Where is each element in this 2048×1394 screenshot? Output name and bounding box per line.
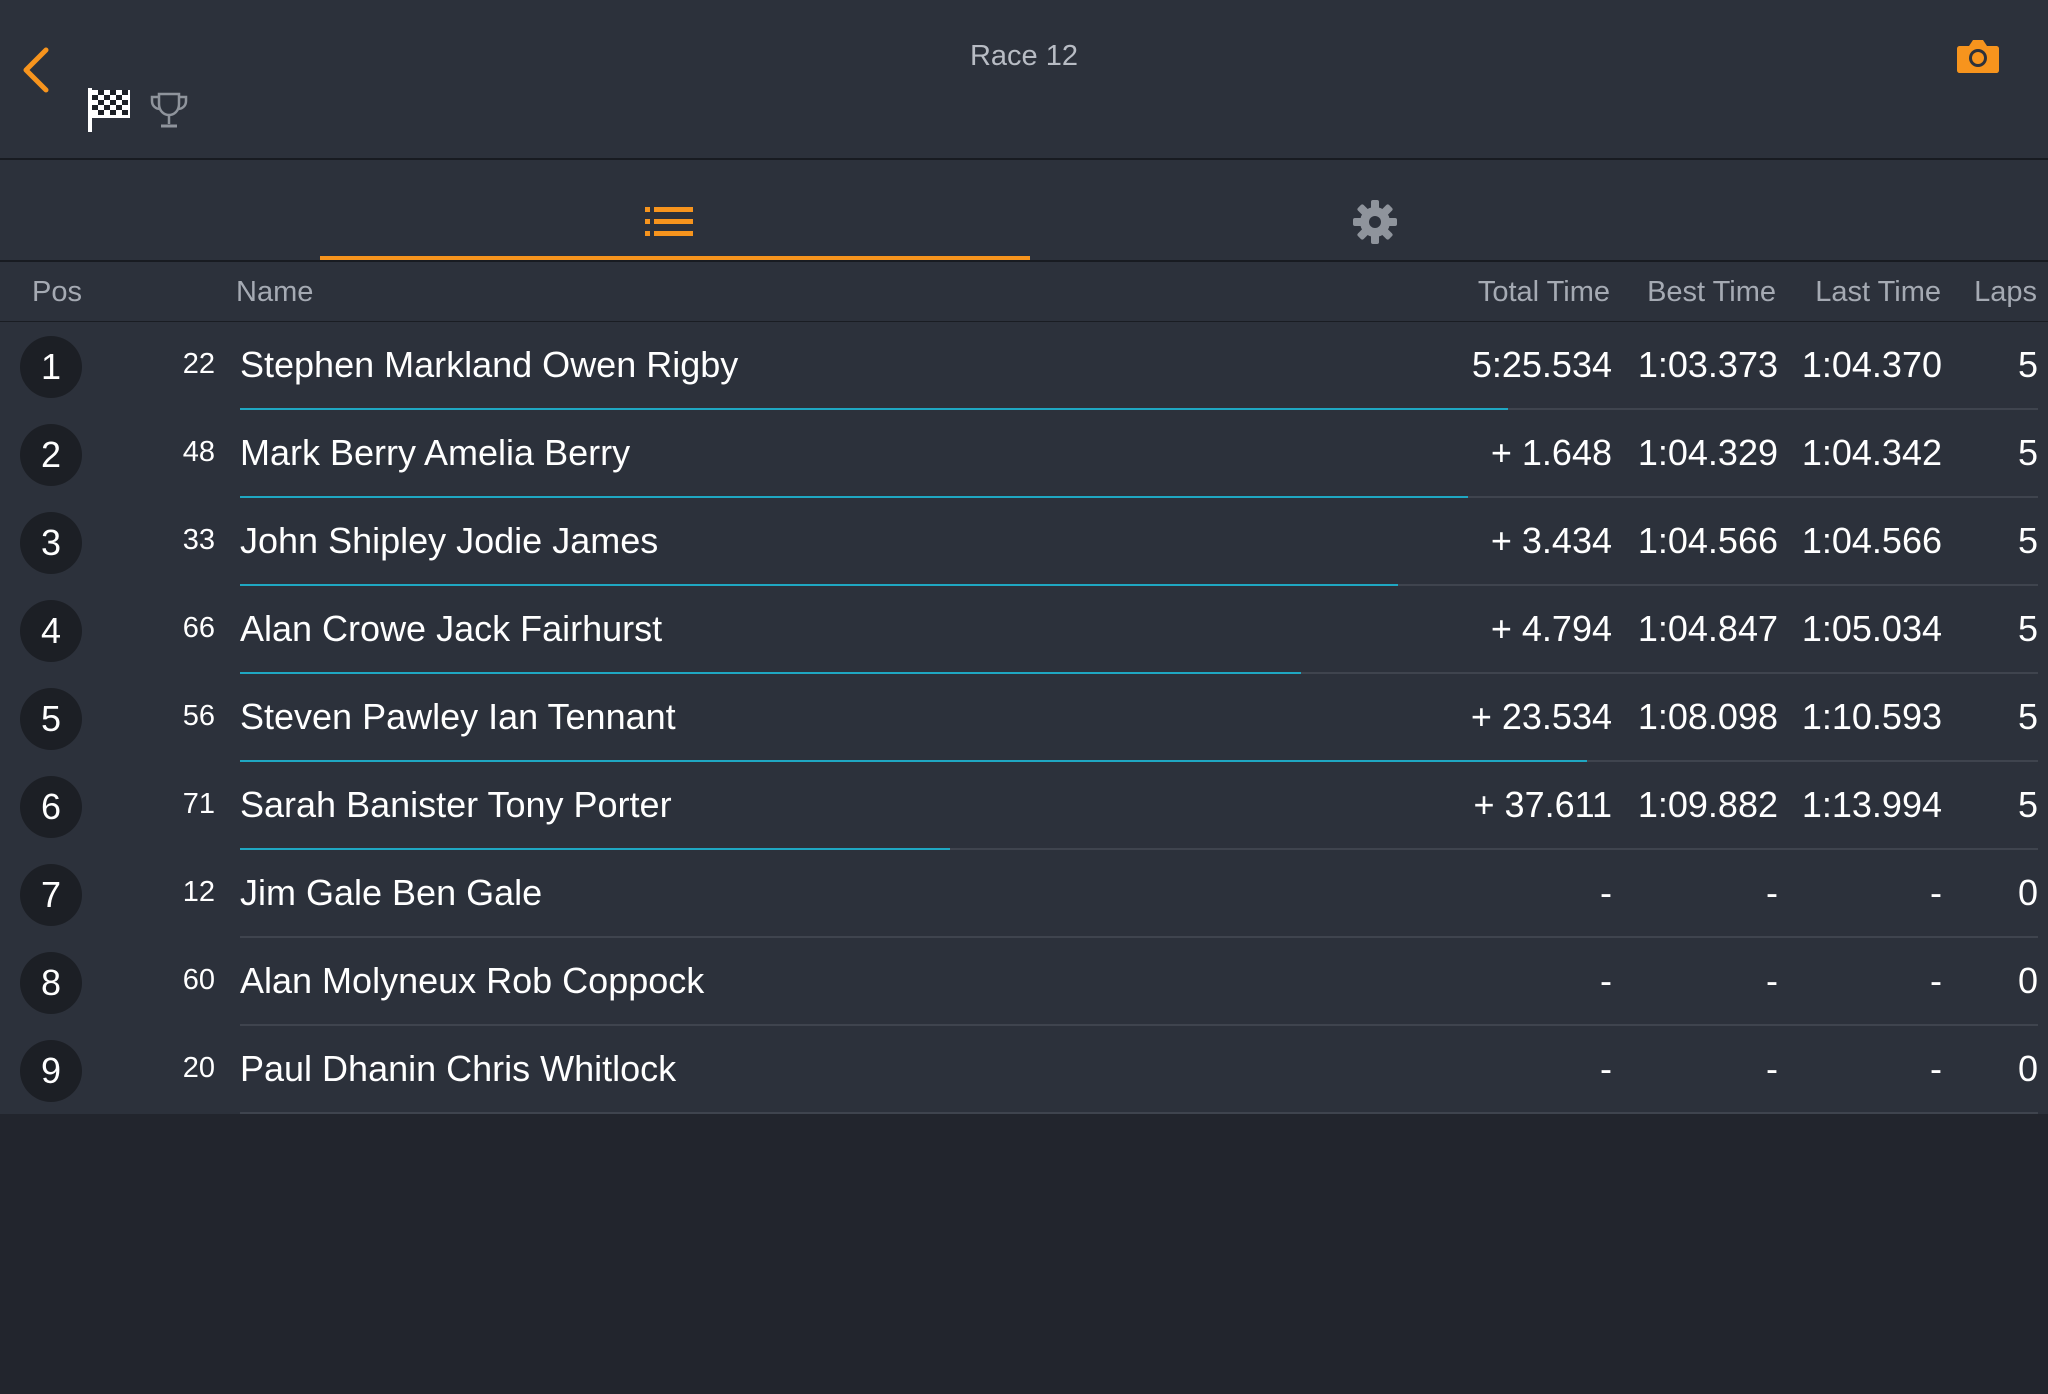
laps-count: 0: [2017, 960, 2038, 1001]
list-icon: [645, 207, 693, 242]
car-number: 71: [182, 788, 215, 820]
driver-name: Stephen Markland Owen Rigby: [240, 344, 739, 385]
column-header-laps: Laps: [1974, 276, 2037, 308]
position-badge: 1: [20, 336, 82, 398]
car-number: 48: [182, 436, 215, 468]
car-number: 60: [182, 964, 215, 996]
row-divider: [240, 1112, 2038, 1114]
page-title: Race 12: [969, 40, 1078, 72]
last-time: 1:05.034: [1801, 608, 1942, 649]
checkered-flag-icon: [86, 86, 132, 134]
total-time: + 3.434: [1490, 520, 1612, 561]
driver-name: Alan Crowe Jack Fairhurst: [240, 608, 663, 649]
position-badge: 3: [20, 512, 82, 574]
last-time: 1:13.994: [1801, 784, 1942, 825]
column-header-pos: Pos: [32, 276, 82, 308]
position-badge: 9: [20, 1040, 82, 1102]
laps-count: 5: [2017, 344, 2038, 385]
best-time: 1:09.882: [1637, 784, 1778, 825]
table-row[interactable]: 2 48 Mark Berry Amelia Berry + 1.648 1:0…: [0, 410, 2048, 498]
laps-count: 5: [2017, 784, 2038, 825]
table-row[interactable]: 1 22 Stephen Markland Owen Rigby 5:25.53…: [0, 322, 2048, 410]
header-bar: Race 12: [0, 0, 2048, 160]
best-time: 1:04.329: [1637, 432, 1778, 473]
laps-count: 0: [2017, 1048, 2038, 1089]
camera-icon[interactable]: [1956, 36, 2000, 76]
driver-name: Sarah Banister Tony Porter: [240, 784, 672, 825]
last-time: 1:10.593: [1801, 696, 1942, 737]
last-time: 1:04.370: [1801, 344, 1942, 385]
position-badge: 4: [20, 600, 82, 662]
laps-count: 5: [2017, 432, 2038, 473]
table-header: Pos Name Total Time Best Time Last Time …: [0, 262, 2048, 322]
laps-count: 5: [2017, 608, 2038, 649]
position-badge: 2: [20, 424, 82, 486]
total-time: 5:25.534: [1471, 344, 1612, 385]
driver-name: Jim Gale Ben Gale: [240, 872, 543, 913]
column-header-last-time: Last Time: [1815, 276, 1941, 308]
tab-bar: [0, 160, 2048, 262]
driver-name: Paul Dhanin Chris Whitlock: [240, 1048, 677, 1089]
tab-settings[interactable]: [1030, 160, 1720, 260]
race-results-screen: Race 12 Pos Name Total Time Best Time La…: [0, 0, 2048, 1394]
column-header-name: Name: [236, 276, 314, 308]
position-badge: 5: [20, 688, 82, 750]
last-time: 1:04.566: [1801, 520, 1942, 561]
chevron-left-icon[interactable]: [18, 44, 58, 96]
total-time: -: [1600, 872, 1612, 913]
position-badge: 6: [20, 776, 82, 838]
laps-count: 5: [2017, 520, 2038, 561]
total-time: -: [1600, 1048, 1612, 1089]
table-row[interactable]: 5 56 Steven Pawley Ian Tennant + 23.534 …: [0, 674, 2048, 762]
laps-count: 5: [2017, 696, 2038, 737]
driver-name: Mark Berry Amelia Berry: [240, 432, 631, 473]
position-badge: 8: [20, 952, 82, 1014]
best-time: -: [1766, 1048, 1778, 1089]
results-table: 1 22 Stephen Markland Owen Rigby 5:25.53…: [0, 322, 2048, 1114]
table-row[interactable]: 4 66 Alan Crowe Jack Fairhurst + 4.794 1…: [0, 586, 2048, 674]
last-time: 1:04.342: [1801, 432, 1942, 473]
total-time: + 4.794: [1490, 608, 1612, 649]
column-header-total-time: Total Time: [1477, 276, 1610, 308]
driver-name: Alan Molyneux Rob Coppock: [240, 960, 705, 1001]
car-number: 33: [182, 524, 215, 556]
trophy-icon[interactable]: [148, 90, 190, 132]
table-row[interactable]: 9 20 Paul Dhanin Chris Whitlock - - - 0: [0, 1026, 2048, 1114]
table-row[interactable]: 8 60 Alan Molyneux Rob Coppock - - - 0: [0, 938, 2048, 1026]
best-time: 1:08.098: [1637, 696, 1778, 737]
column-header-best-time: Best Time: [1647, 276, 1776, 308]
best-time: -: [1766, 872, 1778, 913]
best-time: 1:04.847: [1637, 608, 1778, 649]
total-time: + 23.534: [1470, 696, 1612, 737]
driver-name: John Shipley Jodie James: [240, 520, 659, 561]
best-time: 1:04.566: [1637, 520, 1778, 561]
car-number: 12: [182, 876, 215, 908]
car-number: 56: [182, 700, 215, 732]
total-time: + 1.648: [1490, 432, 1612, 473]
active-tab-indicator: [320, 256, 1030, 260]
laps-count: 0: [2017, 872, 2038, 913]
tab-results-list[interactable]: [320, 160, 1030, 260]
gear-icon: [1353, 200, 1397, 249]
car-number: 22: [182, 348, 215, 380]
last-time: -: [1930, 960, 1942, 1001]
table-row[interactable]: 7 12 Jim Gale Ben Gale - - - 0: [0, 850, 2048, 938]
table-row[interactable]: 3 33 John Shipley Jodie James + 3.434 1:…: [0, 498, 2048, 586]
total-time: -: [1600, 960, 1612, 1001]
car-number: 66: [182, 612, 215, 644]
total-time: + 37.611: [1473, 784, 1612, 825]
car-number: 20: [182, 1052, 215, 1084]
table-row[interactable]: 6 71 Sarah Banister Tony Porter + 37.611…: [0, 762, 2048, 850]
best-time: -: [1766, 960, 1778, 1001]
last-time: -: [1930, 872, 1942, 913]
driver-name: Steven Pawley Ian Tennant: [240, 696, 676, 737]
best-time: 1:03.373: [1637, 344, 1778, 385]
last-time: -: [1930, 1048, 1942, 1089]
position-badge: 7: [20, 864, 82, 926]
